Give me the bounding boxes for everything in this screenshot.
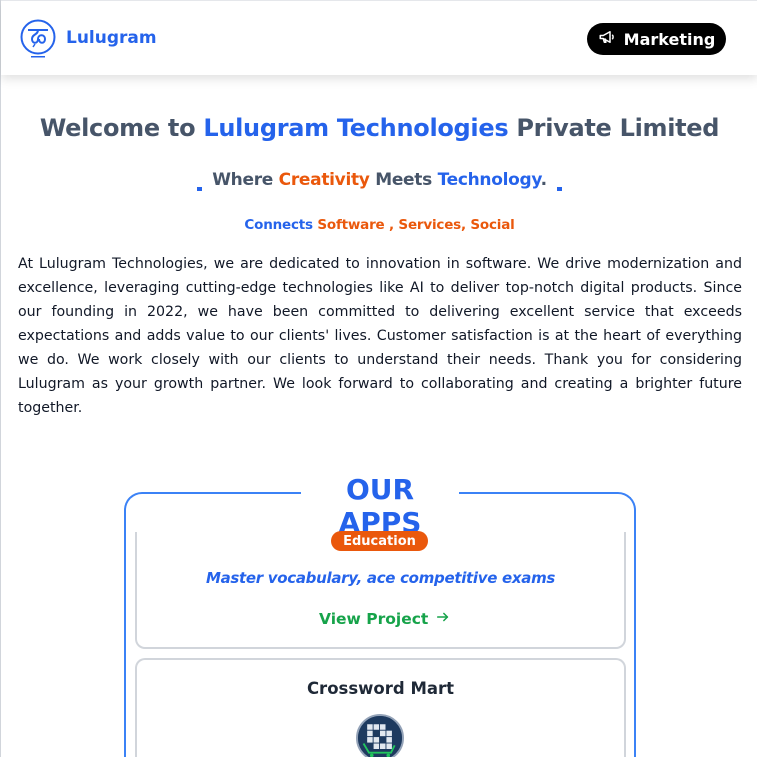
connects-label: Connects — [244, 217, 318, 233]
top-navbar: Lulugram Marketing — [1, 0, 757, 75]
connects-line: Connects Software , Services, Social — [1, 217, 757, 233]
connects-items: Software , Services, Social — [317, 217, 515, 233]
welcome-suffix: Private Limited — [508, 114, 720, 142]
arrow-right-icon — [436, 610, 450, 628]
about-paragraph: At Lulugram Technologies, we are dedicat… — [18, 256, 742, 416]
marketing-label: Marketing — [623, 29, 716, 49]
lulugram-logo-icon[interactable] — [19, 19, 57, 59]
category-badge: Education — [331, 531, 428, 551]
tagline-creativity: Creativity — [278, 170, 370, 190]
tagline-technology: Technology — [437, 170, 541, 190]
tagline: Where Creativity Meets Technology. — [1, 170, 757, 191]
tagline-period: . — [540, 170, 547, 190]
marketing-button[interactable]: Marketing — [587, 23, 726, 55]
tagline-meets: Meets — [369, 170, 438, 190]
welcome-prefix: Welcome to — [39, 114, 204, 142]
crossword-app-icon[interactable] — [356, 714, 404, 757]
app-description: Master vocabulary, ace competitive exams — [205, 569, 556, 587]
view-project-link[interactable]: View Project — [319, 608, 450, 630]
welcome-heading: Welcome to Lulugram Technologies Private… — [1, 114, 757, 142]
apps-section-title: OUR APPS — [301, 473, 459, 539]
tagline-where: Where — [212, 170, 279, 190]
view-project-label: View Project — [319, 610, 429, 628]
welcome-company: Lulugram Technologies — [203, 114, 509, 142]
brand-name[interactable]: Lulugram — [66, 28, 157, 48]
megaphone-icon — [598, 28, 616, 50]
tagline-dot-left — [197, 187, 203, 191]
app-title: Crossword Mart — [306, 679, 455, 698]
tagline-dot-right — [556, 187, 562, 191]
